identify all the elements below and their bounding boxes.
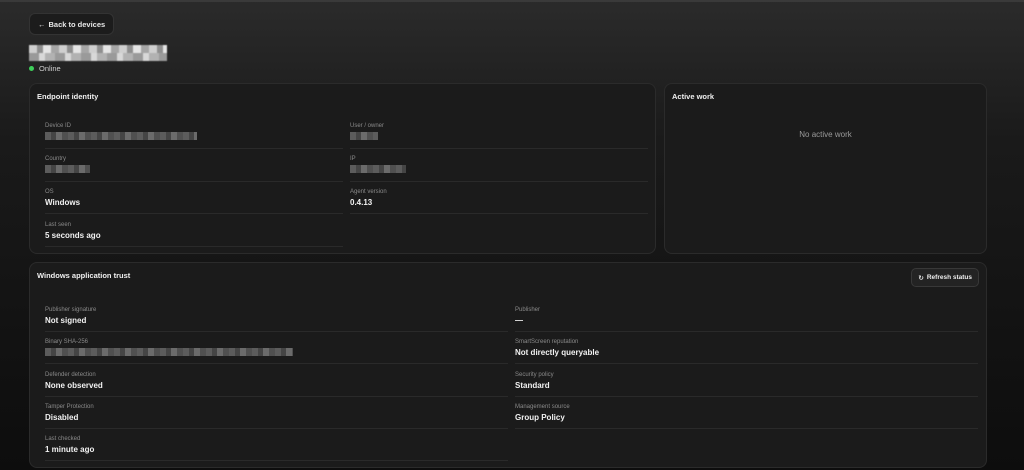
label-publisher-signature: Publisher signature	[45, 307, 97, 313]
value-management-source: Group Policy	[515, 413, 565, 422]
user-owner-redacted	[350, 132, 378, 140]
label-country: Country	[45, 156, 67, 162]
value-publisher: —	[515, 316, 523, 325]
field-publisher: Publisher —	[515, 307, 540, 325]
device-status: Online	[29, 64, 61, 73]
value-smartscreen: Not directly queryable	[515, 348, 600, 357]
value-last-checked: 1 minute ago	[45, 445, 95, 454]
divider	[45, 396, 508, 397]
divider	[350, 213, 648, 214]
field-agent-version: Agent version 0.4.13	[350, 189, 387, 207]
empty-state-text: No active work	[799, 130, 852, 139]
value-last-seen: 5 seconds ago	[45, 231, 101, 240]
label-last-checked: Last checked	[45, 436, 81, 442]
divider	[45, 363, 508, 364]
divider	[515, 363, 978, 364]
divider	[350, 148, 648, 149]
value-os: Windows	[45, 198, 81, 207]
app-trust-card: Windows application trust ↻ Refresh stat…	[29, 262, 987, 468]
field-binary-sha: Binary SHA-256	[45, 339, 293, 356]
device-name-redacted	[29, 45, 167, 61]
field-last-seen: Last seen 5 seconds ago	[45, 222, 101, 240]
top-border	[0, 0, 1024, 2]
label-user-owner: User / owner	[350, 123, 385, 129]
field-defender: Defender detection None observed	[45, 372, 103, 390]
label-os: OS	[45, 189, 54, 195]
binary-sha-redacted	[45, 348, 293, 356]
field-os: OS Windows	[45, 189, 80, 207]
endpoint-identity-card: Endpoint identity Device ID User / owner…	[29, 83, 656, 254]
field-ip: IP	[350, 156, 406, 173]
back-to-devices-button[interactable]: ← Back to devices	[29, 13, 115, 35]
field-user-owner: User / owner	[350, 123, 384, 140]
value-defender: None observed	[45, 381, 103, 390]
divider	[45, 428, 508, 429]
divider	[45, 246, 343, 247]
country-redacted	[45, 165, 90, 173]
value-security-policy: Standard	[515, 381, 550, 390]
label-defender: Defender detection	[45, 372, 96, 378]
divider	[515, 428, 978, 429]
value-agent-version: 0.4.13	[350, 198, 373, 207]
label-device-id: Device ID	[45, 123, 72, 129]
label-management-source: Management source	[515, 404, 570, 410]
label-publisher: Publisher	[515, 307, 541, 313]
divider	[350, 181, 648, 182]
back-button-label: Back to devices	[48, 19, 106, 29]
field-last-checked: Last checked 1 minute ago	[45, 436, 94, 454]
field-management-source: Management source Group Policy	[515, 404, 570, 422]
label-security-policy: Security policy	[515, 372, 554, 378]
refresh-icon: ↻	[918, 274, 924, 282]
device-id-redacted	[45, 132, 197, 140]
divider	[45, 213, 343, 214]
divider	[45, 148, 343, 149]
divider	[515, 396, 978, 397]
field-tamper-protection: Tamper Protection Disabled	[45, 404, 94, 422]
ip-redacted	[350, 165, 406, 173]
card-title-app-trust: Windows application trust	[37, 271, 131, 280]
field-device-id: Device ID	[45, 123, 197, 140]
label-smartscreen: SmartScreen reputation	[515, 339, 579, 345]
refresh-button-label: Refresh status	[926, 274, 972, 281]
status-text: Online	[39, 64, 61, 73]
label-agent-version: Agent version	[350, 189, 387, 195]
refresh-status-button[interactable]: ↻ Refresh status	[911, 268, 979, 287]
card-title-active-work: Active work	[672, 92, 715, 101]
active-work-card: Active work No active work	[664, 83, 987, 254]
field-security-policy: Security policy Standard	[515, 372, 554, 390]
field-smartscreen: SmartScreen reputation Not directly quer…	[515, 339, 599, 357]
value-tamper-protection: Disabled	[45, 413, 79, 422]
label-tamper-protection: Tamper Protection	[45, 404, 94, 410]
label-binary-sha: Binary SHA-256	[45, 339, 89, 345]
divider	[45, 331, 508, 332]
divider	[45, 181, 343, 182]
divider	[515, 331, 978, 332]
field-country: Country	[45, 156, 90, 173]
online-dot-icon	[29, 66, 34, 71]
field-publisher-signature: Publisher signature Not signed	[45, 307, 96, 325]
label-ip: IP	[350, 156, 356, 162]
value-publisher-signature: Not signed	[45, 316, 87, 325]
arrow-left-icon: ←	[38, 19, 46, 29]
divider	[45, 460, 508, 461]
card-title-endpoint-identity: Endpoint identity	[37, 92, 99, 101]
label-last-seen: Last seen	[45, 222, 72, 228]
